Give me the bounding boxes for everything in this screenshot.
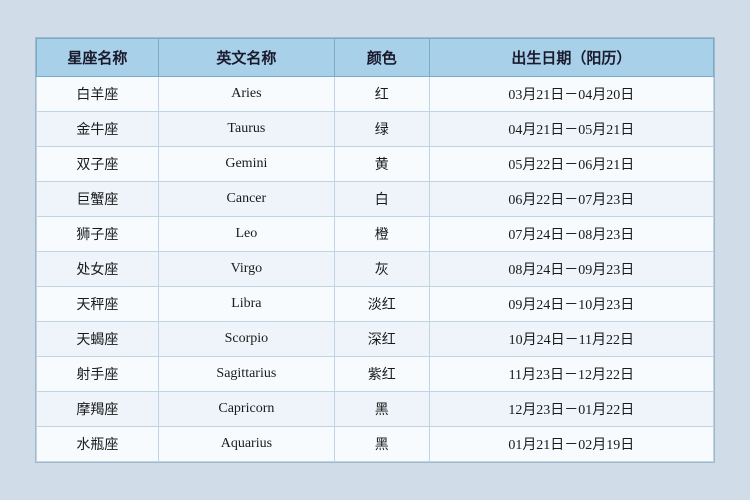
table-row: 摩羯座Capricorn黑12月23日－01月22日 [37,392,714,427]
cell-color: 橙 [334,217,429,252]
table-row: 水瓶座Aquarius黑01月21日－02月19日 [37,427,714,462]
cell-chinese: 金牛座 [37,112,159,147]
cell-english: Aquarius [158,427,334,462]
cell-chinese: 水瓶座 [37,427,159,462]
cell-chinese: 白羊座 [37,77,159,112]
cell-english: Libra [158,287,334,322]
table-row: 处女座Virgo灰08月24日－09月23日 [37,252,714,287]
cell-date: 06月22日－07月23日 [429,182,713,217]
table-row: 白羊座Aries红03月21日－04月20日 [37,77,714,112]
cell-chinese: 摩羯座 [37,392,159,427]
cell-color: 红 [334,77,429,112]
cell-color: 白 [334,182,429,217]
table-row: 双子座Gemini黄05月22日－06月21日 [37,147,714,182]
cell-english: Taurus [158,112,334,147]
header-english: 英文名称 [158,39,334,77]
cell-date: 04月21日－05月21日 [429,112,713,147]
cell-color: 深红 [334,322,429,357]
cell-english: Sagittarius [158,357,334,392]
zodiac-table: 星座名称 英文名称 颜色 出生日期（阳历） 白羊座Aries红03月21日－04… [36,38,714,462]
header-color: 颜色 [334,39,429,77]
table-row: 狮子座Leo橙07月24日－08月23日 [37,217,714,252]
cell-color: 黑 [334,427,429,462]
table-row: 金牛座Taurus绿04月21日－05月21日 [37,112,714,147]
cell-date: 09月24日－10月23日 [429,287,713,322]
cell-chinese: 天秤座 [37,287,159,322]
cell-color: 绿 [334,112,429,147]
cell-english: Scorpio [158,322,334,357]
cell-color: 黄 [334,147,429,182]
cell-color: 灰 [334,252,429,287]
table-row: 巨蟹座Cancer白06月22日－07月23日 [37,182,714,217]
table-header-row: 星座名称 英文名称 颜色 出生日期（阳历） [37,39,714,77]
cell-date: 12月23日－01月22日 [429,392,713,427]
cell-chinese: 巨蟹座 [37,182,159,217]
cell-english: Capricorn [158,392,334,427]
cell-english: Aries [158,77,334,112]
cell-color: 黑 [334,392,429,427]
table-row: 射手座Sagittarius紫红11月23日－12月22日 [37,357,714,392]
cell-date: 07月24日－08月23日 [429,217,713,252]
cell-color: 淡红 [334,287,429,322]
cell-chinese: 狮子座 [37,217,159,252]
cell-date: 05月22日－06月21日 [429,147,713,182]
cell-english: Virgo [158,252,334,287]
cell-date: 01月21日－02月19日 [429,427,713,462]
cell-date: 11月23日－12月22日 [429,357,713,392]
cell-chinese: 双子座 [37,147,159,182]
cell-chinese: 天蝎座 [37,322,159,357]
cell-english: Leo [158,217,334,252]
cell-date: 03月21日－04月20日 [429,77,713,112]
cell-chinese: 射手座 [37,357,159,392]
cell-date: 10月24日－11月22日 [429,322,713,357]
header-chinese: 星座名称 [37,39,159,77]
cell-english: Cancer [158,182,334,217]
header-date: 出生日期（阳历） [429,39,713,77]
cell-chinese: 处女座 [37,252,159,287]
table-row: 天蝎座Scorpio深红10月24日－11月22日 [37,322,714,357]
cell-english: Gemini [158,147,334,182]
cell-color: 紫红 [334,357,429,392]
cell-date: 08月24日－09月23日 [429,252,713,287]
zodiac-table-container: 星座名称 英文名称 颜色 出生日期（阳历） 白羊座Aries红03月21日－04… [35,37,715,463]
table-row: 天秤座Libra淡红09月24日－10月23日 [37,287,714,322]
